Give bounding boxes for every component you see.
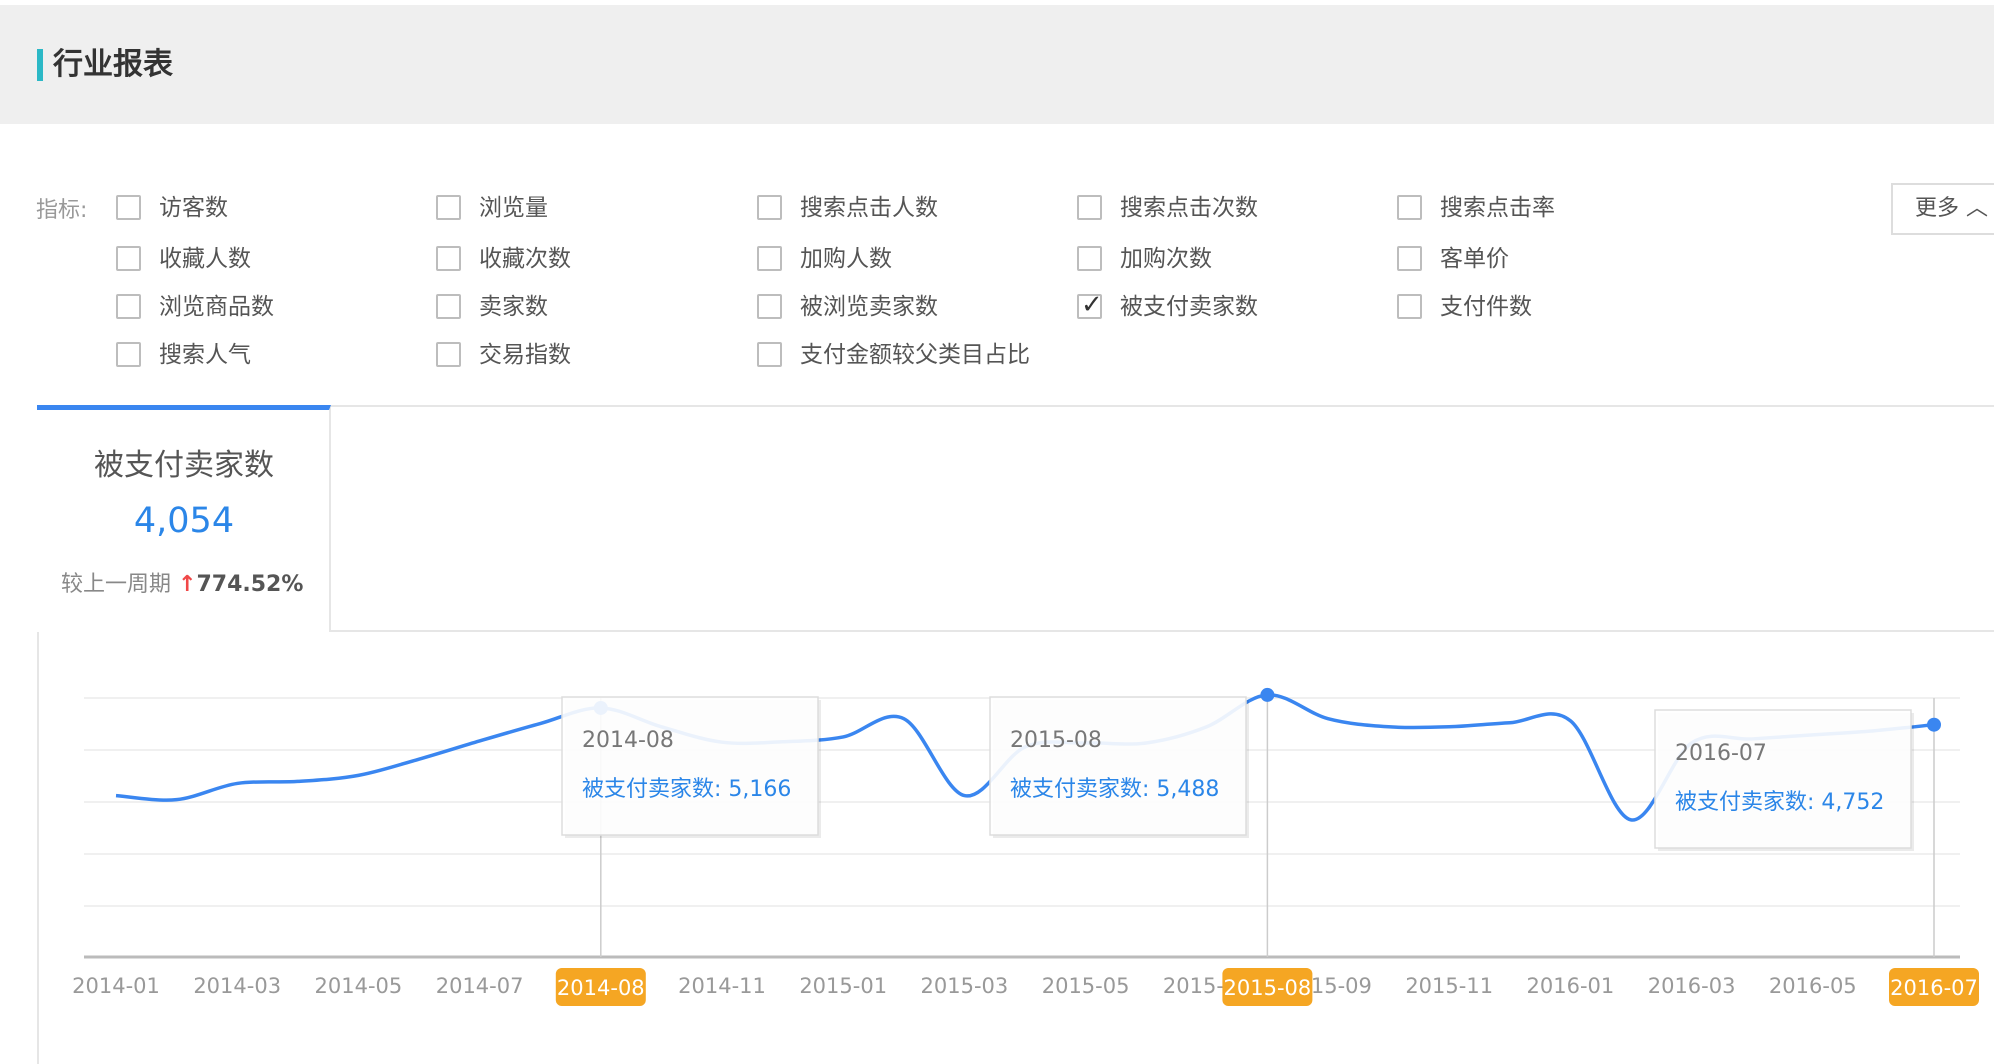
x-tick-label: 2015-01	[799, 974, 887, 998]
line-chart: 2014-08 被支付卖家数: 5,166 2015-08 被支付卖家数: 5,488…	[72, 687, 1979, 1006]
tooltip-date: 2015-08	[1010, 728, 1102, 753]
tooltip-date: 2014-08	[582, 728, 674, 753]
tooltip-date: 2016-07	[1675, 741, 1767, 766]
x-tick-label: 2015-05	[1042, 974, 1130, 998]
x-tick-label: 2014-01	[72, 974, 160, 998]
highlight-tick-label: 2015-08	[1224, 976, 1312, 1000]
x-tick-label: 2014-03	[193, 974, 281, 998]
highlight-tick-label: 2014-08	[557, 976, 645, 1000]
x-tick-label: 2015-11	[1405, 974, 1493, 998]
x-tick-label: 2016-05	[1769, 974, 1857, 998]
tooltip-value: 被支付卖家数: 5,166	[582, 777, 791, 802]
x-tick-label: 2015-03	[921, 974, 1009, 998]
tooltip-box	[989, 696, 1247, 836]
x-tick-label: 2014-07	[436, 974, 524, 998]
x-tick-label: 2014-11	[678, 974, 766, 998]
tooltip-box	[561, 696, 819, 836]
highlight-point	[1260, 687, 1275, 702]
highlight-tick-label: 2016-07	[1890, 976, 1978, 1000]
highlight-point	[1927, 717, 1941, 732]
x-tick-label: 2014-05	[315, 974, 403, 998]
tooltip-value: 被支付卖家数: 4,752	[1675, 790, 1884, 815]
tooltip-value: 被支付卖家数: 5,488	[1010, 777, 1219, 802]
x-tick-label: 2016-01	[1527, 974, 1615, 998]
tooltip-box	[1654, 709, 1912, 849]
x-tick-label: 2016-03	[1648, 974, 1736, 998]
